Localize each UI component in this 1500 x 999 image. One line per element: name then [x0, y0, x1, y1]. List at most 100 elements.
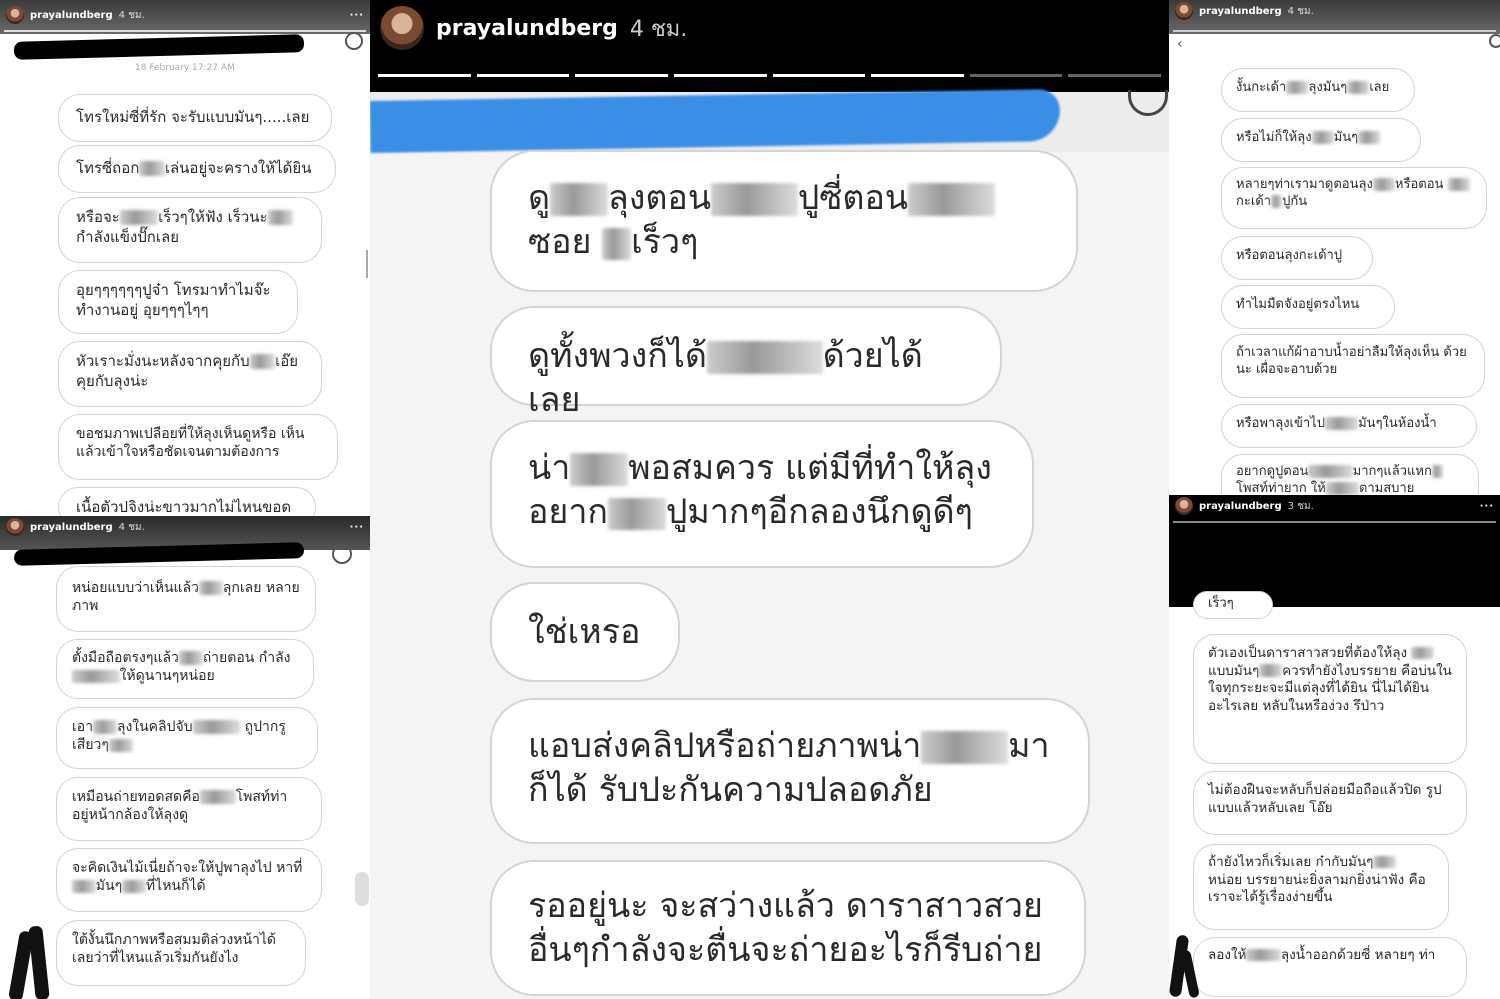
blurred-text — [72, 669, 120, 683]
avatar[interactable] — [380, 6, 424, 50]
message-bubble: ตัวเองเป็นดาราสาวสวยที่ต้องให้ลุง แบบมัน… — [1193, 634, 1467, 764]
story-panel-top-left: prayalundberg 4 ชม. ··· 18 February 17:2… — [0, 0, 370, 516]
message-bubble: หรือไม่ก็ให้ลุง มันๆ — [1221, 118, 1421, 162]
blurred-text — [908, 183, 995, 216]
info-icon[interactable] — [1489, 34, 1500, 48]
scrollbar[interactable] — [366, 250, 368, 278]
timestamp: 4 ชม. — [1287, 5, 1314, 17]
message-bubble: ดู ลุงตอน ปูซี่ตอนซอย เร็วๆ — [490, 150, 1078, 292]
message-bubble: เนื้อตัวปจิงน่ะขาวมากไม่ไหนขอด — [58, 487, 316, 516]
story-header: prayalundberg 4 ชม. ··· — [0, 0, 370, 30]
message-bubble: หัวเราะมั่งนะหลังจากคุยกับ เอ๊ย คุยกับลุง… — [58, 341, 322, 407]
message-bubble: โทรซี่ถอก เล่นอยู่จะครางให้ได้ยิน — [58, 145, 336, 193]
blurred-text — [267, 210, 294, 225]
message-bubble: งั้นกะเด้า ลุงมันๆ เลย — [1221, 68, 1415, 112]
message-bubble: หน่อยแบบว่าเห็นแล้ว ลุกเลย หลายภาพ — [56, 566, 316, 632]
blurred-text — [1447, 178, 1470, 191]
blurred-text — [706, 341, 823, 374]
blurred-text — [1325, 482, 1359, 495]
message-bubble: ขอชมภาพเปลือยที่ให้ลุงเห็นดูหรือ เห็นแล้… — [58, 414, 338, 480]
more-options-icon[interactable]: ··· — [350, 522, 364, 533]
message-bubble: ลองให้ ลุงน้ำออกด้วยซี่ หลายๆ ท่า — [1193, 937, 1467, 997]
timestamp: 3 ชม. — [1287, 500, 1314, 512]
message-bubble: เอา ลุงในคลิปจับ ถูปากรูเสียวๆ — [56, 707, 318, 769]
message-bubble: ทำไมมืดจังอยู่ตรงไหน — [1221, 285, 1395, 329]
redaction-scribble — [13, 34, 305, 60]
story-panel-top-right: prayalundberg 4 ชม. ‹ งั้นกะเด้า ลุงมันๆเ… — [1169, 0, 1500, 495]
blurred-text — [139, 161, 165, 176]
blurred-text — [192, 720, 241, 734]
story-panel-bottom-right: prayalundberg 3 ชม. ··· เร็วๆ ตัวเองเป็น… — [1169, 495, 1500, 999]
story-progress-bar — [1173, 30, 1496, 32]
story-header: prayalundberg 4 ชม. — [370, 0, 1169, 56]
blurred-text — [1286, 81, 1309, 94]
username[interactable]: prayalundberg — [1199, 501, 1282, 512]
message-bubble: น่า พอสมควร แต่มีที่ทำให้ลุง อยาก ปูมากๆอี… — [490, 420, 1034, 568]
message-bubble: ถ้าเวลาแก้ผ้าอาบน้ำอย่าลืมให้ลุงเห็น ด้ว… — [1221, 334, 1485, 398]
message-bubble: ใช่เหรอ — [490, 582, 680, 682]
blurred-text — [1308, 465, 1353, 478]
blurred-text — [1431, 465, 1443, 478]
message-bubble: โทรใหม่ซี่ที่รัก จะรับแบบมันๆ.....เลย — [58, 94, 332, 142]
message-bubble: ไม่ต้องฝืนจะหลับก็ปล่อยมือถือแล้วปิด รูป… — [1193, 771, 1467, 835]
blurred-text — [1259, 664, 1283, 677]
message-bubble: ดูทั้งพวงก็ได้ ด้วยได้เลย — [490, 306, 1002, 420]
blurred-text — [711, 183, 798, 216]
avatar[interactable] — [1175, 2, 1193, 20]
blurred-text — [72, 879, 96, 893]
story-progress-bar — [1173, 521, 1496, 523]
blurred-text — [1411, 646, 1435, 660]
avatar[interactable] — [1175, 497, 1193, 515]
blurred-text — [1373, 855, 1397, 869]
blurred-text — [921, 731, 1009, 764]
story-header: prayalundberg 3 ชม. ··· — [1169, 495, 1500, 517]
date-fragment: 18 February 17:27 AM — [135, 63, 235, 73]
message-bubble: หรือตอนลุงกะเด้าปู — [1221, 236, 1373, 280]
username[interactable]: prayalundberg — [30, 522, 113, 533]
timestamp: 4 ชม. — [118, 521, 145, 533]
back-chevron-icon[interactable]: ‹ — [1177, 36, 1183, 52]
message-bubble: เร็วๆ — [1193, 591, 1273, 619]
message-bubble: รออยู่นะ จะสว่างแล้ว ดาราสาวสวย อื่นๆกำล… — [490, 860, 1086, 996]
story-header: prayalundberg 4 ชม. — [1169, 0, 1500, 22]
message-bubble: แอบส่งคลิปหรือถ่ายภาพน่า มา ก็ได้ รับปะกั… — [490, 698, 1090, 844]
story-progress-bar — [4, 30, 366, 32]
more-options-icon[interactable]: ··· — [1480, 501, 1494, 512]
info-icon[interactable] — [345, 32, 363, 50]
blurred-text — [1311, 131, 1334, 144]
blurred-text — [178, 651, 203, 665]
blurred-text — [570, 453, 629, 486]
message-bubble: หรือจะ เร็วๆให้ฟัง เร็วนะ กำลังแข็งปั๊กเล… — [58, 197, 322, 263]
message-bubble: หลายๆท่าเรามาดูตอนลุง หรือตอน กะเด้า ปูกัน — [1221, 167, 1487, 229]
blurred-text — [1372, 178, 1395, 191]
username[interactable]: prayalundberg — [436, 16, 618, 41]
message-bubble: ถ้ายังไหวก็เริ่มเลย ก๋ากับมันๆ หน่อย บรร… — [1193, 844, 1449, 930]
blurred-text — [122, 879, 146, 893]
blurred-text — [108, 738, 133, 752]
blurred-text — [119, 210, 159, 225]
message-bubble: หรือพาลุงเข้าไป มันๆในห้องน้ำ — [1221, 404, 1477, 448]
scroll-handle[interactable] — [355, 872, 369, 906]
timestamp: 4 ชม. — [118, 9, 145, 21]
info-icon[interactable] — [332, 544, 352, 564]
blurred-text — [198, 581, 223, 595]
username[interactable]: prayalundberg — [1199, 6, 1282, 17]
blurred-text — [550, 183, 608, 216]
more-options-icon[interactable]: ··· — [350, 10, 364, 21]
avatar[interactable] — [6, 518, 24, 536]
message-bubble: ตั้งมือถือตรงๆแล้ว ถ่ายตอน กำลังให้ดูนานๆ… — [56, 639, 314, 699]
story-panel-center: prayalundberg 4 ชม. ดู ลุงตอน ปูซี่ตอนซอย … — [370, 0, 1169, 999]
avatar[interactable] — [6, 6, 24, 24]
story-panel-bottom-left: prayalundberg 4 ชม. ··· หน่อยแบบว่าเห็นแ… — [0, 516, 370, 999]
blurred-text — [199, 790, 236, 804]
blurred-text — [602, 227, 632, 260]
story-header: prayalundberg 4 ชม. ··· — [0, 516, 370, 538]
username[interactable]: prayalundberg — [30, 10, 113, 21]
message-bubble: เหมือนถ่ายทอดสดคือ โพสท์ท่า อยู่หน้ากล้อง… — [56, 777, 322, 841]
message-bubble: จะคิดเงินไม้เนี่ยถ้าจะให้ปูพาลุงไป หาที่… — [56, 848, 322, 912]
blurred-text — [1347, 81, 1370, 94]
blurred-text — [1246, 948, 1281, 962]
blurred-text — [93, 720, 117, 734]
message-bubble: ใต้งั้นนึกภาพหรือสมมติล่วงหน้าได้ เลยว่า… — [56, 920, 306, 986]
story-progress-bar — [378, 74, 1161, 77]
